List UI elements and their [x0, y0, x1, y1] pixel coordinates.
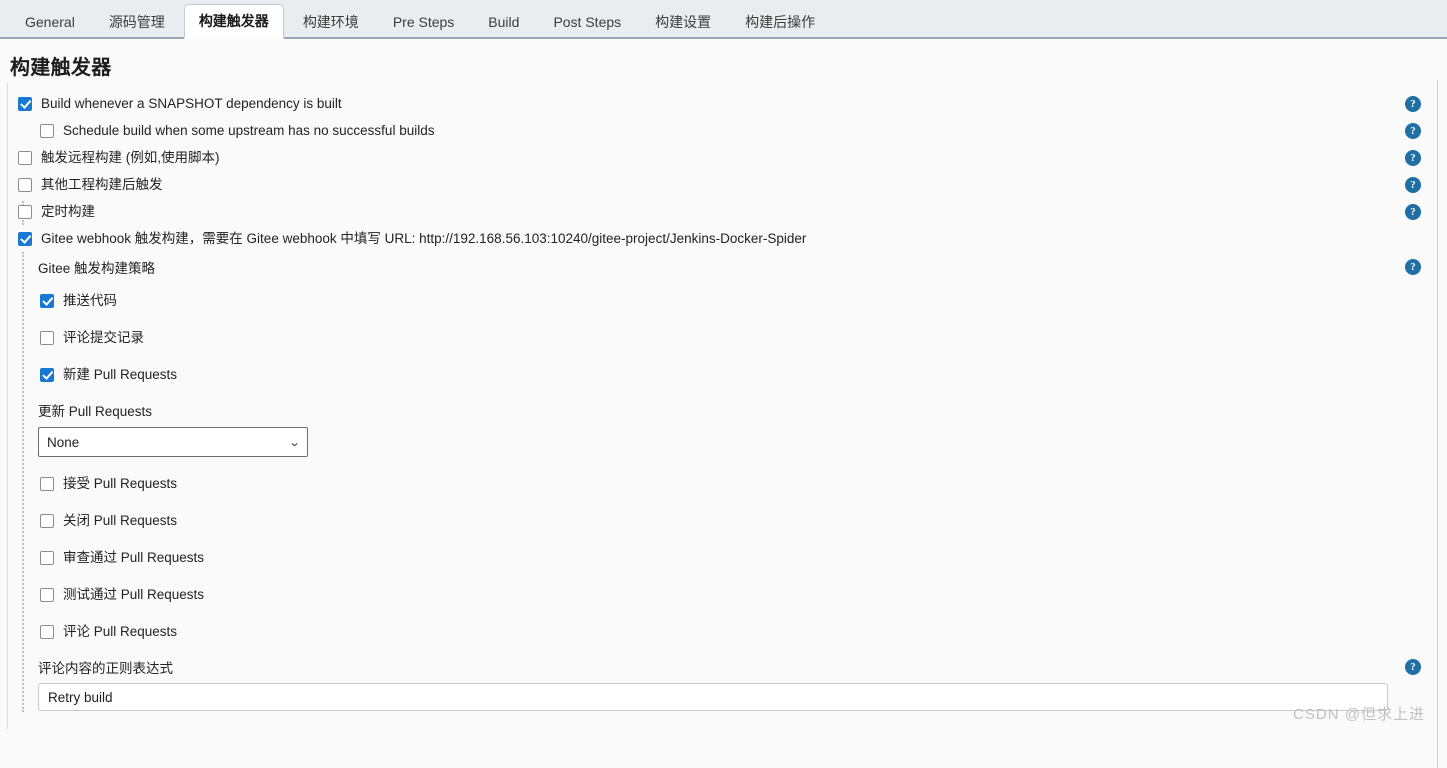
gitee-event-label-new-pr: 新建 Pull Requests — [63, 366, 178, 382]
comment-regex-value: Retry build — [48, 689, 113, 705]
trigger-row-schedule-upstream[interactable]: Schedule build when some upstream has no… — [40, 117, 1447, 144]
page-title: 构建触发器 — [10, 57, 112, 79]
checkbox-build-snapshot[interactable] — [18, 96, 32, 111]
checkbox-schedule-upstream[interactable] — [40, 123, 54, 138]
checkbox-scheduled-build[interactable] — [18, 204, 32, 219]
comment-regex-input[interactable]: Retry build — [38, 683, 1388, 711]
checkbox-remote-build[interactable] — [18, 150, 32, 165]
checkbox-comment-pull-requests[interactable] — [40, 624, 54, 639]
checkbox-review-passed-pull-requests[interactable] — [40, 550, 54, 565]
trigger-row-gitee-webhook[interactable]: Gitee webhook 触发构建，需要在 Gitee webhook 中填写… — [18, 225, 1447, 252]
build-triggers-page: 构建触发器 Build whenever a SNAPSHOT dependen… — [0, 39, 1447, 768]
trigger-row-snapshot[interactable]: Build whenever a SNAPSHOT dependency is … — [18, 90, 1447, 117]
comment-regex-label: 评论内容的正则表达式 — [38, 660, 173, 676]
trigger-label-scheduled-build: 定时构建 — [41, 203, 95, 219]
nesting-guide-gitee — [22, 252, 24, 712]
trigger-label-snapshot: Build whenever a SNAPSHOT dependency is … — [41, 95, 342, 111]
checkbox-push-code[interactable] — [40, 293, 54, 308]
help-icon-scheduled-build[interactable]: ? — [1405, 203, 1421, 220]
trigger-label-gitee-webhook: Gitee webhook 触发构建，需要在 Gitee webhook 中填写… — [41, 230, 807, 246]
trigger-row-scheduled-build[interactable]: 定时构建 ? — [18, 198, 1447, 225]
help-icon-snapshot[interactable]: ? — [1405, 95, 1421, 112]
gitee-event-row-test-pr[interactable]: 测试通过 Pull Requests — [40, 576, 1447, 613]
gitee-event-label-comment-pr: 评论 Pull Requests — [63, 623, 178, 639]
help-icon-gitee-strategy[interactable]: ? — [1405, 259, 1421, 275]
gitee-event-row-close-pr[interactable]: 关闭 Pull Requests — [40, 502, 1447, 539]
checkbox-after-other-projects[interactable] — [18, 177, 32, 192]
gitee-event-label-comment-commit: 评论提交记录 — [63, 329, 144, 345]
trigger-label-schedule-upstream: Schedule build when some upstream has no… — [63, 122, 435, 138]
gitee-event-row-review-pr[interactable]: 审查通过 Pull Requests — [40, 539, 1447, 576]
tab-build-triggers[interactable]: 构建触发器 — [183, 4, 284, 39]
regex-input-wrap: Retry build — [38, 683, 1388, 711]
update-pr-label-row: 更新 Pull Requests — [38, 393, 1447, 427]
tab-bar: General 源码管理 构建触发器 构建环境 Pre Steps Build … — [0, 0, 1447, 39]
tab-general[interactable]: General — [10, 5, 90, 37]
help-icon-remote-build[interactable]: ? — [1405, 149, 1421, 166]
trigger-label-remote-build: 触发远程构建 (例如,使用脚本) — [41, 149, 220, 165]
tab-build[interactable]: Build — [473, 5, 534, 37]
tab-build-environment[interactable]: 构建环境 — [288, 5, 374, 37]
help-icon-schedule-upstream[interactable]: ? — [1405, 122, 1421, 139]
checkbox-comment-commit[interactable] — [40, 330, 54, 345]
update-pr-select-wrap: None ⌄ — [38, 427, 1447, 465]
checkbox-accept-pull-requests[interactable] — [40, 476, 54, 491]
checkbox-gitee-webhook[interactable] — [18, 231, 32, 246]
gitee-event-label-close-pr: 关闭 Pull Requests — [63, 512, 178, 528]
tab-post-build-actions[interactable]: 构建后操作 — [730, 5, 830, 37]
update-pull-requests-select[interactable]: None ⌄ — [38, 427, 308, 457]
gitee-event-row-comment-commit[interactable]: 评论提交记录 — [40, 319, 1447, 356]
gitee-event-label-review-pr: 审查通过 Pull Requests — [63, 549, 205, 565]
gitee-strategy-label: Gitee 触发构建策略 — [38, 261, 156, 276]
checkbox-close-pull-requests[interactable] — [40, 513, 54, 528]
gitee-event-label-push: 推送代码 — [63, 292, 117, 308]
help-icon-comment-regex[interactable]: ? — [1405, 658, 1421, 675]
gitee-event-label-accept-pr: 接受 Pull Requests — [63, 475, 178, 491]
tab-build-settings[interactable]: 构建设置 — [640, 5, 726, 37]
chevron-down-icon: ⌄ — [288, 436, 301, 449]
tab-post-steps[interactable]: Post Steps — [538, 5, 636, 37]
checkbox-new-pull-requests[interactable] — [40, 367, 54, 382]
regex-label-row: 评论内容的正则表达式 ? — [38, 650, 1447, 683]
gitee-event-row-accept-pr[interactable]: 接受 Pull Requests — [40, 465, 1447, 502]
help-icon-after-other-projects[interactable]: ? — [1405, 176, 1421, 193]
trigger-label-after-other-projects: 其他工程构建后触发 — [41, 176, 163, 192]
gitee-strategy-header-row: Gitee 触发构建策略 ? — [38, 252, 1447, 282]
tab-pre-steps[interactable]: Pre Steps — [378, 5, 469, 37]
gitee-event-row-new-pr[interactable]: 新建 Pull Requests — [40, 356, 1447, 393]
gitee-event-row-push[interactable]: 推送代码 — [40, 282, 1447, 319]
trigger-row-remote-build[interactable]: 触发远程构建 (例如,使用脚本) ? — [18, 144, 1447, 171]
gitee-strategy-block: Gitee 触发构建策略 ? 推送代码 评论提交记录 新建 Pull Reque… — [0, 252, 1447, 712]
update-pull-requests-selected-value: None — [47, 434, 80, 450]
tab-source-management[interactable]: 源码管理 — [94, 5, 180, 37]
checkbox-test-passed-pull-requests[interactable] — [40, 587, 54, 602]
gitee-event-label-test-pr: 测试通过 Pull Requests — [63, 586, 205, 602]
csdn-watermark: CSDN @但求上进 — [1293, 706, 1425, 723]
gitee-event-row-comment-pr[interactable]: 评论 Pull Requests — [40, 613, 1447, 650]
triggers-content: Build whenever a SNAPSHOT dependency is … — [0, 90, 1447, 712]
update-pull-requests-label: 更新 Pull Requests — [38, 404, 153, 419]
trigger-row-after-other-projects[interactable]: 其他工程构建后触发 ? — [18, 171, 1447, 198]
